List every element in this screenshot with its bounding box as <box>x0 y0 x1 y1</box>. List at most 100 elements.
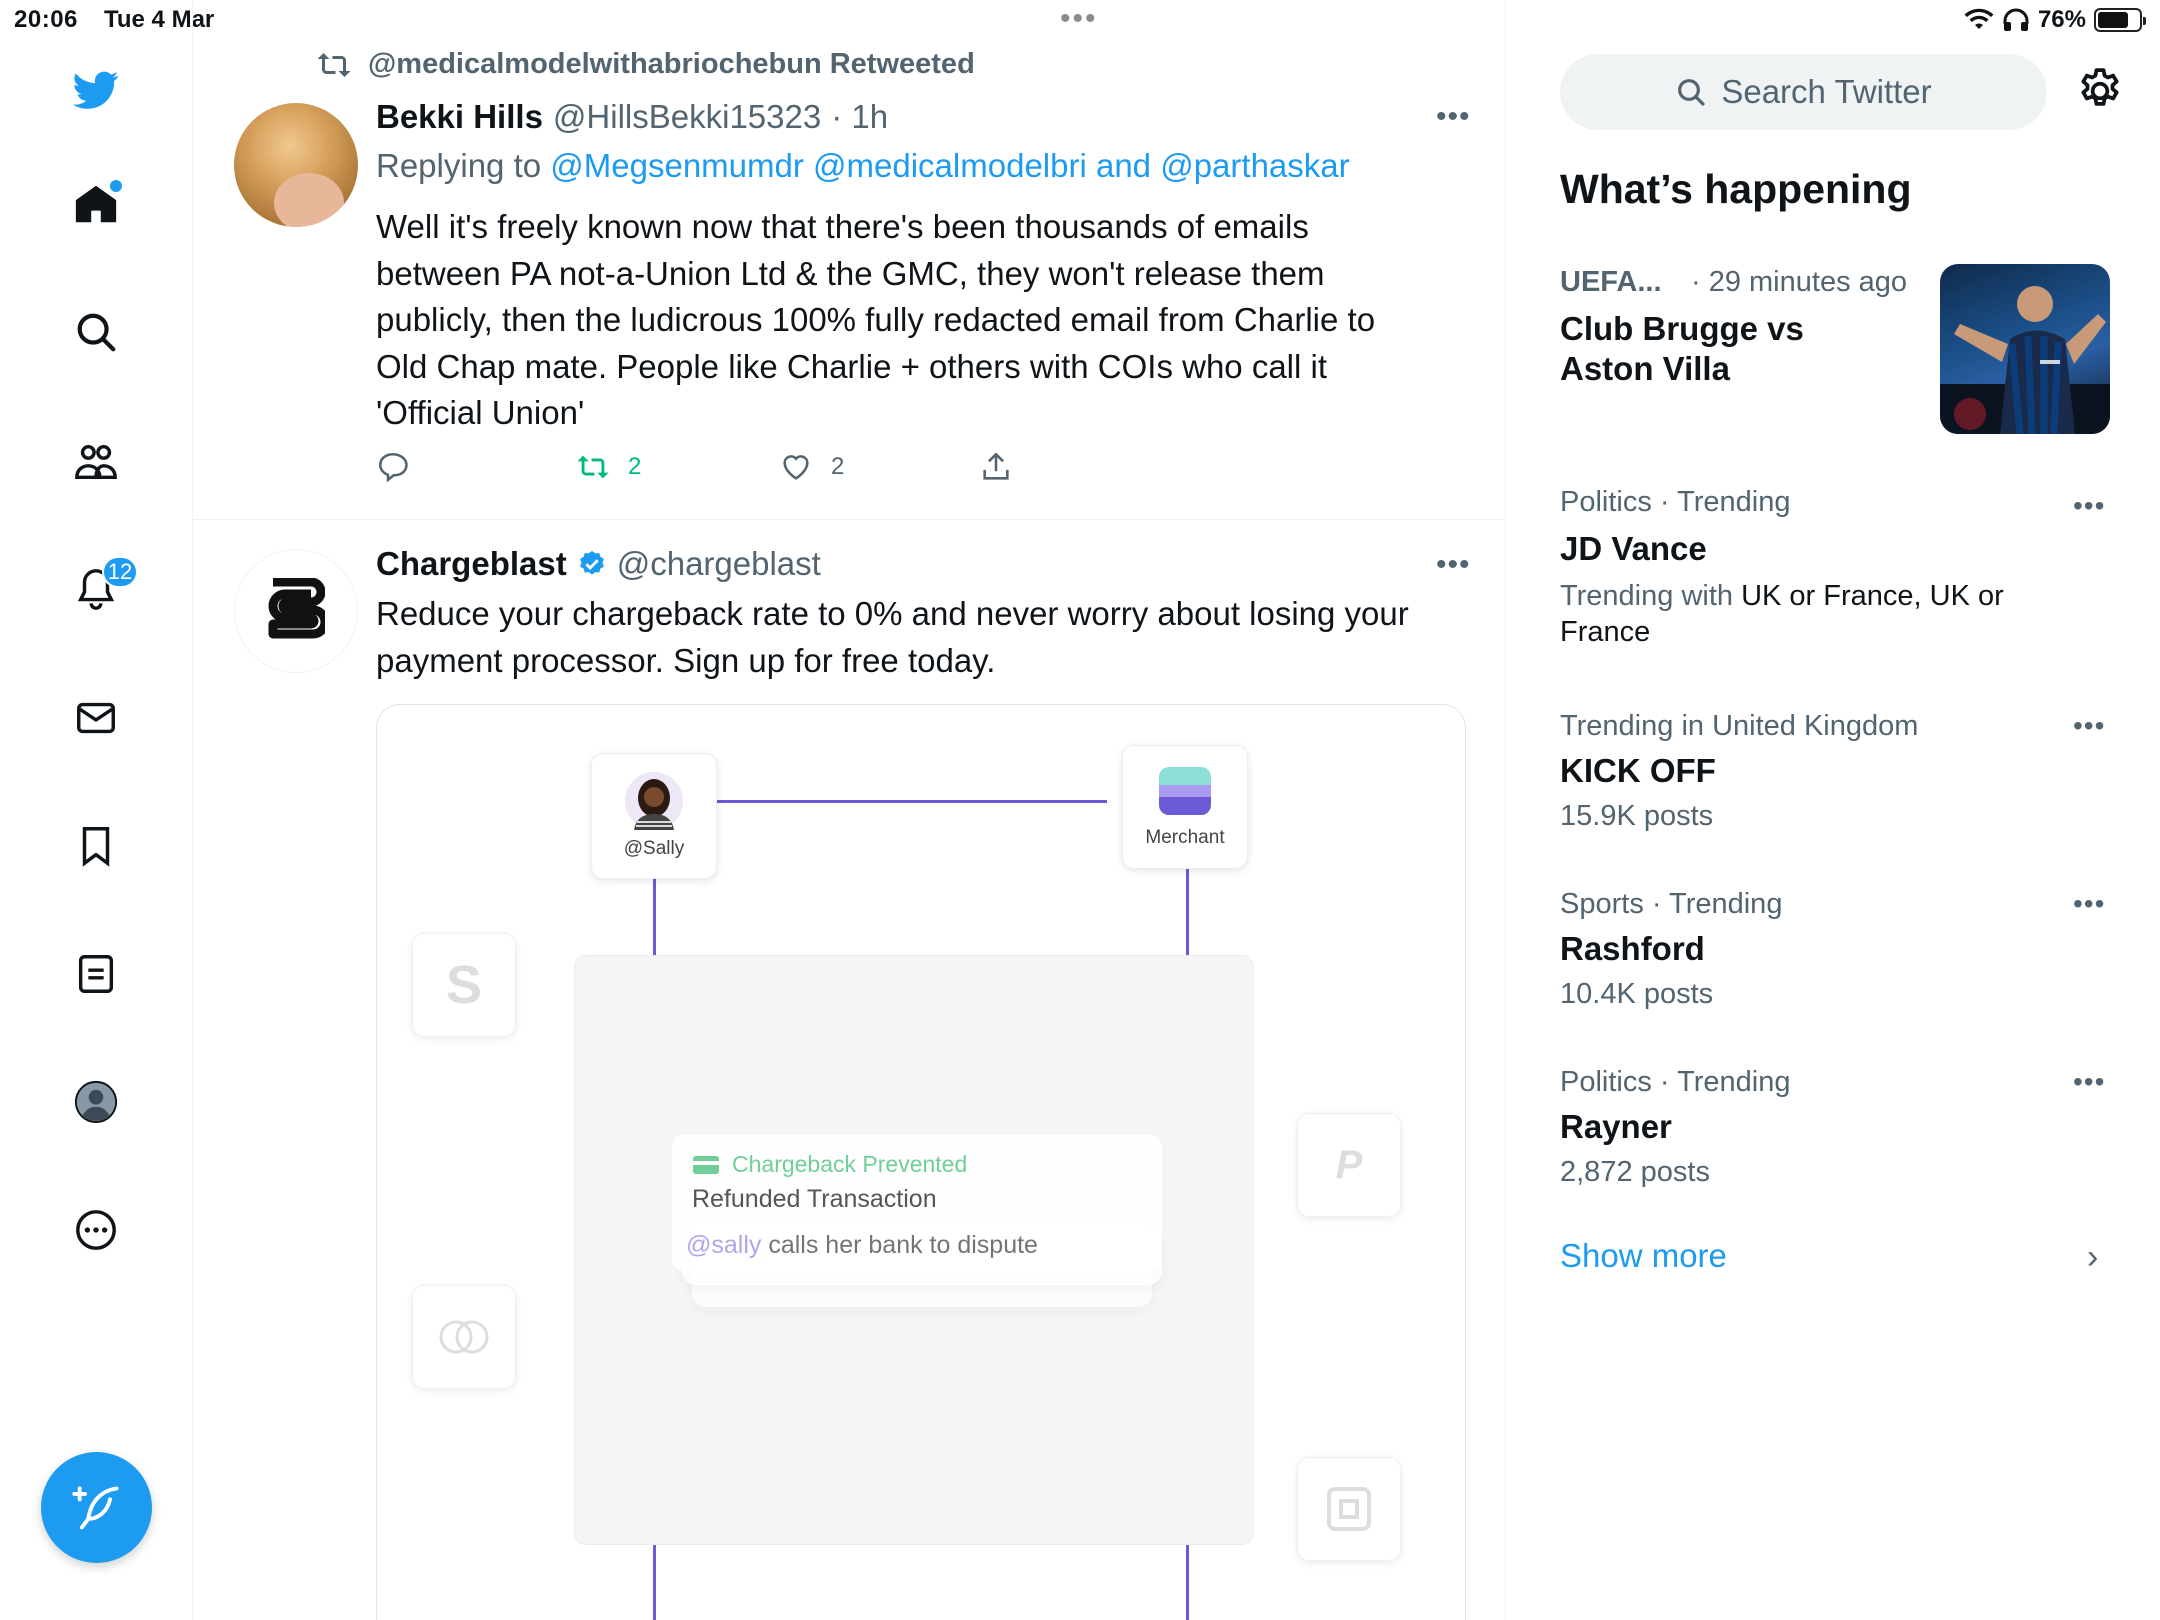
search-input[interactable]: Search Twitter <box>1560 54 2047 130</box>
trend-posts: 2,872 posts <box>1560 1156 1710 1188</box>
notif-mention: @sally <box>686 1231 762 1259</box>
search-placeholder: Search Twitter <box>1721 73 1932 110</box>
news-title-line: Aston Villa <box>1560 350 1730 387</box>
trend-meta: Politics · Trending <box>1560 486 1791 518</box>
tweet-header: Bekki Hills @HillsBekki15323 · 1h <box>376 98 888 136</box>
card-green-icon <box>693 1155 719 1174</box>
news-thumbnail <box>1940 264 2110 434</box>
whats-happening-heading: What’s happening <box>1560 166 1912 212</box>
notif-tail: calls her bank to dispute <box>768 1231 1038 1259</box>
tweet-text-line: Reduce your chargeback rate to 0% and ne… <box>376 595 1409 632</box>
timeline-feed[interactable]: @medicalmodelwithabriochebun Retweeted B… <box>193 0 1506 1620</box>
retweet-icon <box>317 52 351 77</box>
share-button[interactable] <box>979 450 1013 484</box>
trend-meta: Sports · Trending <box>1560 888 1783 920</box>
sally-avatar-icon <box>625 772 683 830</box>
verified-icon <box>579 550 604 575</box>
notif-title-row: Chargeback Prevented <box>692 1151 967 1178</box>
communities-icon[interactable] <box>70 436 122 488</box>
home-unread-dot <box>110 180 122 192</box>
trend-context: Trending with UK or France, UK or France <box>1560 578 2060 650</box>
retweet-button[interactable]: 2 <box>576 450 641 484</box>
chevron-right-icon[interactable]: › <box>2087 1238 2098 1277</box>
trend-meta: Politics · Trending <box>1560 1066 1791 1098</box>
trend-posts: 15.9K posts <box>1560 800 1714 832</box>
profile-icon[interactable] <box>70 1076 122 1128</box>
chargeback-notification: Chargeback Prevented Refunded Transactio… <box>672 1135 1162 1271</box>
more-circle-icon[interactable] <box>70 1204 122 1256</box>
author-handle[interactable]: @HillsBekki15323 <box>553 98 821 136</box>
reply-button[interactable] <box>376 450 410 484</box>
sally-node: @Sally <box>591 753 717 879</box>
trend-more-icon[interactable]: ••• <box>2073 888 2105 920</box>
replying-to: Replying to @Megsenmumdr @medicalmodelbr… <box>376 147 1350 185</box>
share-icon <box>983 452 1009 480</box>
notif-line: Refunded Transaction <box>692 1185 937 1213</box>
trend-title: JD Vance <box>1560 530 1707 567</box>
bell-icon[interactable]: 12 <box>70 556 138 616</box>
chargeblast-logo-icon <box>268 578 325 639</box>
search-icon[interactable] <box>70 306 122 358</box>
tweet-more-icon[interactable]: ••• <box>1436 100 1471 134</box>
tweet-text: Reduce your chargeback rate to 0% and ne… <box>376 591 1456 684</box>
trend-title: Rashford <box>1560 930 1705 967</box>
right-sidebar: Search Twitter What’s happening UEFA... … <box>1507 0 2160 1620</box>
trend-title: KICK OFF <box>1560 752 1716 789</box>
card-connector <box>653 1543 656 1620</box>
trend-more-icon[interactable]: ••• <box>2073 710 2105 742</box>
retweet-context: @medicalmodelwithabriochebun Retweeted <box>316 48 975 81</box>
show-more-link[interactable]: Show more <box>1560 1237 1727 1275</box>
tweet-text-line: between PA not-a-Union Ltd & the GMC, th… <box>376 254 1325 292</box>
promo-card-image[interactable]: @Sally Merchant S P Chargeback Prevented <box>376 704 1466 1620</box>
lists-icon[interactable] <box>70 948 122 1000</box>
reply-icon <box>378 452 408 483</box>
ghost-letter: S <box>445 955 483 1015</box>
tweet-header: Chargeblast @chargeblast <box>376 545 821 583</box>
retweeted-by-label: @medicalmodelwithabriochebun Retweeted <box>368 48 975 80</box>
trend-more-icon[interactable]: ••• <box>2073 490 2105 522</box>
tweet-text-line: payment processor. Sign up for free toda… <box>376 641 996 679</box>
tweet-divider <box>193 519 1505 520</box>
card-connector <box>1186 1543 1189 1620</box>
stripe-ghost-icon: S <box>412 933 516 1037</box>
reply-mention-link[interactable]: @Megsenmumdr <box>550 147 804 184</box>
author-name[interactable]: Bekki Hills <box>376 98 543 136</box>
trend-more-icon[interactable]: ••• <box>2073 1066 2105 1098</box>
author-handle[interactable]: @chargeblast <box>617 545 821 583</box>
tweet-more-icon[interactable]: ••• <box>1436 548 1471 582</box>
tweet-text-line: publicly, then the ludicrous 100% fully … <box>376 301 1376 338</box>
avatar-chargeblast[interactable] <box>234 549 358 673</box>
author-name[interactable]: Chargeblast <box>376 545 567 583</box>
ghost-letter: P <box>1335 1142 1363 1187</box>
reply-mention-link[interactable]: @parthaskar <box>1160 147 1349 184</box>
reply-and-link[interactable]: and <box>1096 147 1151 184</box>
reply-mention-link[interactable]: @medicalmodelbri <box>813 147 1087 184</box>
compose-button[interactable] <box>41 1452 152 1563</box>
trend-meta: Trending in United Kingdom <box>1560 710 1919 742</box>
like-icon <box>783 455 809 480</box>
tweet-time[interactable]: · 1h <box>831 98 888 136</box>
gear-icon[interactable] <box>2075 66 2125 116</box>
news-category: UEFA... <box>1560 266 1662 298</box>
sally-label: @Sally <box>623 838 685 859</box>
replying-prefix: Replying to <box>376 147 542 184</box>
card-connector <box>717 800 1107 803</box>
trend-title: Rayner <box>1560 1108 1672 1145</box>
retweet-icon <box>577 455 609 479</box>
tweet-text: Well it's freely known now that there's … <box>376 204 1436 437</box>
tweet-text-line: Well it's freely known now that there's … <box>376 208 1309 245</box>
avatar-bekki-hills[interactable] <box>234 103 358 227</box>
tweet-text-line: 'Official Union' <box>376 394 585 431</box>
compose-icon <box>71 1486 118 1529</box>
left-navigation: 12 <box>0 0 193 1620</box>
twitter-logo-icon[interactable] <box>70 64 122 116</box>
news-time: · 29 minutes ago <box>1691 266 1908 298</box>
merchant-card-icon <box>1159 767 1211 815</box>
mail-icon[interactable] <box>70 692 122 744</box>
trend-context-value: UK or France, UK or <box>1741 580 2004 612</box>
trend-context-prefix: Trending with <box>1560 580 1734 612</box>
bookmark-icon[interactable] <box>70 820 122 872</box>
news-title-line: Club Brugge vs <box>1560 310 1804 347</box>
home-icon[interactable] <box>70 178 122 230</box>
like-button[interactable]: 2 <box>779 450 844 484</box>
